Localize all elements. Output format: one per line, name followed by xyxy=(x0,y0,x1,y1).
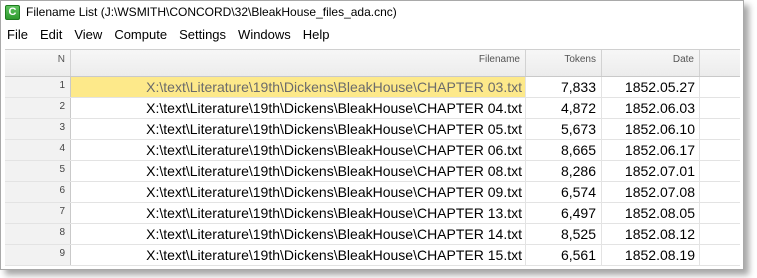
grid-header: N Filename Tokens Date xyxy=(5,50,740,77)
table-row[interactable]: 2 X:\text\Literature\19th\Dickens\BleakHo… xyxy=(5,98,740,119)
menu-file[interactable]: File xyxy=(2,27,34,42)
filename-list-window: C Filename List (J:\WSMITH\CONCORD\32\Bl… xyxy=(0,0,744,270)
table-row[interactable]: 4 X:\text\Literature\19th\Dickens\BleakHo… xyxy=(5,140,740,161)
column-header-n[interactable]: N xyxy=(5,50,71,76)
filename-cell[interactable]: X:\text\Literature\19th\Dickens\BleakHou… xyxy=(71,161,526,181)
table-row[interactable]: 6 X:\text\Literature\19th\Dickens\BleakHo… xyxy=(5,182,740,203)
menu-edit[interactable]: Edit xyxy=(34,27,68,42)
table-row[interactable]: 8 X:\text\Literature\19th\Dickens\BleakHo… xyxy=(5,224,740,245)
row-number[interactable]: 5 xyxy=(5,161,71,181)
menu-compute[interactable]: Compute xyxy=(108,27,173,42)
row-number[interactable]: 2 xyxy=(5,98,71,118)
tokens-cell[interactable]: 8,286 xyxy=(526,161,602,181)
filename-cell[interactable]: X:\text\Literature\19th\Dickens\BleakHou… xyxy=(71,119,526,139)
tokens-cell[interactable]: 7,833 xyxy=(526,77,602,97)
row-number[interactable]: 9 xyxy=(5,245,71,265)
date-cell[interactable]: 1852.08.19 xyxy=(602,245,700,265)
filename-grid[interactable]: N Filename Tokens Date 1 X:\text\Literatu… xyxy=(5,49,740,267)
column-header-filename[interactable]: Filename xyxy=(71,50,526,76)
table-row[interactable]: 7 X:\text\Literature\19th\Dickens\BleakHo… xyxy=(5,203,740,224)
row-number[interactable]: 4 xyxy=(5,140,71,160)
filename-cell[interactable]: X:\text\Literature\19th\Dickens\BleakHou… xyxy=(71,182,526,202)
row-number[interactable]: 6 xyxy=(5,182,71,202)
table-row[interactable]: 9 X:\text\Literature\19th\Dickens\BleakHo… xyxy=(5,245,740,266)
date-cell[interactable]: 1852.05.27 xyxy=(602,77,700,97)
date-cell[interactable]: 1852.07.01 xyxy=(602,161,700,181)
menu-windows[interactable]: Windows xyxy=(232,27,297,42)
tokens-cell[interactable]: 5,673 xyxy=(526,119,602,139)
menu-view[interactable]: View xyxy=(68,27,108,42)
date-cell[interactable]: 1852.08.05 xyxy=(602,203,700,223)
filename-cell[interactable]: X:\text\Literature\19th\Dickens\BleakHou… xyxy=(71,245,526,265)
tokens-cell[interactable]: 6,497 xyxy=(526,203,602,223)
date-cell[interactable]: 1852.08.12 xyxy=(602,224,700,244)
row-number[interactable]: 3 xyxy=(5,119,71,139)
concord-app-icon[interactable]: C xyxy=(5,4,20,20)
date-cell[interactable]: 1852.06.10 xyxy=(602,119,700,139)
column-header-date[interactable]: Date xyxy=(602,50,700,76)
menu-help[interactable]: Help xyxy=(297,27,336,42)
tokens-cell[interactable]: 8,525 xyxy=(526,224,602,244)
column-header-tokens[interactable]: Tokens xyxy=(526,50,602,76)
date-cell[interactable]: 1852.06.03 xyxy=(602,98,700,118)
row-number[interactable]: 1 xyxy=(5,77,71,97)
tokens-cell[interactable]: 4,872 xyxy=(526,98,602,118)
table-row[interactable]: 3 X:\text\Literature\19th\Dickens\BleakHo… xyxy=(5,119,740,140)
date-cell[interactable]: 1852.07.08 xyxy=(602,182,700,202)
tokens-cell[interactable]: 8,665 xyxy=(526,140,602,160)
filename-cell[interactable]: X:\text\Literature\19th\Dickens\BleakHou… xyxy=(71,224,526,244)
window-title: Filename List (J:\WSMITH\CONCORD\32\Blea… xyxy=(26,5,397,19)
filename-cell[interactable]: X:\text\Literature\19th\Dickens\BleakHou… xyxy=(71,203,526,223)
row-number[interactable]: 8 xyxy=(5,224,71,244)
table-row[interactable]: 5 X:\text\Literature\19th\Dickens\BleakHo… xyxy=(5,161,740,182)
menu-bar: File Edit View Compute Settings Windows … xyxy=(1,23,743,45)
filename-cell[interactable]: X:\text\Literature\19th\Dickens\BleakHou… xyxy=(71,140,526,160)
filename-cell[interactable]: X:\text\Literature\19th\Dickens\BleakHou… xyxy=(71,77,526,97)
table-row[interactable]: 1 X:\text\Literature\19th\Dickens\BleakHo… xyxy=(5,77,740,98)
grid-rows: 1 X:\text\Literature\19th\Dickens\BleakHo… xyxy=(5,77,740,266)
tokens-cell[interactable]: 6,574 xyxy=(526,182,602,202)
row-number[interactable]: 7 xyxy=(5,203,71,223)
menu-settings[interactable]: Settings xyxy=(173,27,232,42)
title-bar[interactable]: C Filename List (J:\WSMITH\CONCORD\32\Bl… xyxy=(1,1,743,23)
filename-cell[interactable]: X:\text\Literature\19th\Dickens\BleakHou… xyxy=(71,98,526,118)
date-cell[interactable]: 1852.06.17 xyxy=(602,140,700,160)
tokens-cell[interactable]: 6,561 xyxy=(526,245,602,265)
